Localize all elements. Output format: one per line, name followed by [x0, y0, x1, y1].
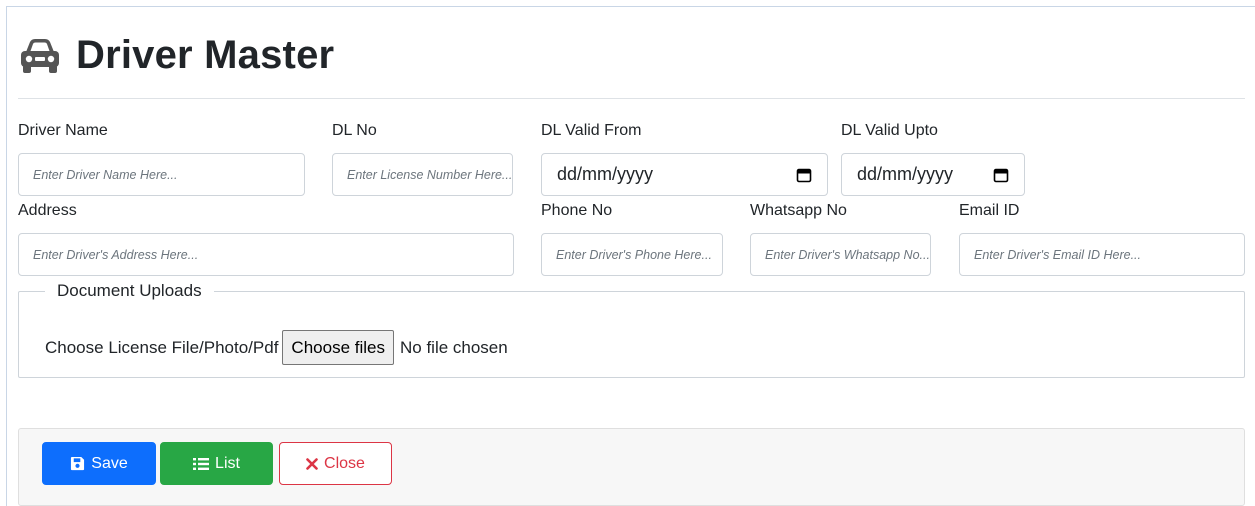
- dl-valid-from-value: dd/mm/yyyy: [557, 164, 654, 184]
- email-id-label: Email ID: [959, 202, 1020, 219]
- dl-no-label: DL No: [332, 122, 377, 139]
- floppy-disk-icon: [71, 456, 85, 471]
- email-id-input[interactable]: Enter Driver's Email ID Here...: [959, 233, 1245, 276]
- phone-no-input[interactable]: Enter Driver's Phone Here...: [541, 233, 723, 276]
- driver-name-label: Driver Name: [18, 122, 108, 139]
- driver-name-input[interactable]: Enter Driver Name Here...: [18, 153, 305, 196]
- save-button[interactable]: Save: [42, 442, 156, 485]
- frame-top-border: [6, 6, 1255, 7]
- dl-valid-from-label: DL Valid From: [541, 122, 642, 139]
- close-label: Close: [324, 454, 365, 472]
- dl-valid-upto-input[interactable]: dd/mm/yyyy: [841, 153, 1025, 196]
- address-label: Address: [18, 202, 77, 219]
- file-upload-label: Choose License File/Photo/Pdf: [45, 337, 279, 357]
- list-label: List: [215, 454, 240, 472]
- phone-no-label: Phone No: [541, 202, 613, 219]
- dl-valid-upto-label: DL Valid Upto: [841, 122, 938, 139]
- page-title: Driver Master: [76, 32, 335, 77]
- dl-valid-from-input[interactable]: dd/mm/yyyy: [541, 153, 828, 196]
- list-button[interactable]: List: [160, 442, 273, 485]
- file-status: No file chosen: [399, 337, 508, 357]
- save-label: Save: [91, 454, 128, 472]
- title-divider: [18, 98, 1245, 99]
- frame-left-border: [6, 6, 7, 506]
- document-uploads-fieldset: Document Uploads Choose License File/Pho…: [18, 281, 1245, 378]
- address-input[interactable]: Enter Driver's Address Here...: [18, 233, 514, 276]
- dl-valid-upto-value: dd/mm/yyyy: [857, 164, 954, 184]
- choose-files-button[interactable]: Choose files: [282, 330, 394, 365]
- page-header: Driver Master: [18, 30, 334, 80]
- whatsapp-no-label: Whatsapp No: [750, 202, 847, 219]
- action-bar: Save List Close: [18, 428, 1245, 506]
- whatsapp-no-input[interactable]: Enter Driver's Whatsapp No...: [750, 233, 931, 276]
- close-icon: [306, 457, 318, 470]
- car-icon: [21, 39, 59, 73]
- calendar-icon[interactable]: [993, 167, 1009, 183]
- close-button[interactable]: Close: [279, 442, 392, 485]
- document-uploads-legend: Document Uploads: [57, 281, 202, 300]
- dl-no-input[interactable]: Enter License Number Here...: [332, 153, 513, 196]
- calendar-icon[interactable]: [796, 167, 812, 183]
- file-upload-row: Choose License File/Photo/Pdf Choose fil…: [45, 330, 508, 365]
- list-icon: [193, 457, 210, 470]
